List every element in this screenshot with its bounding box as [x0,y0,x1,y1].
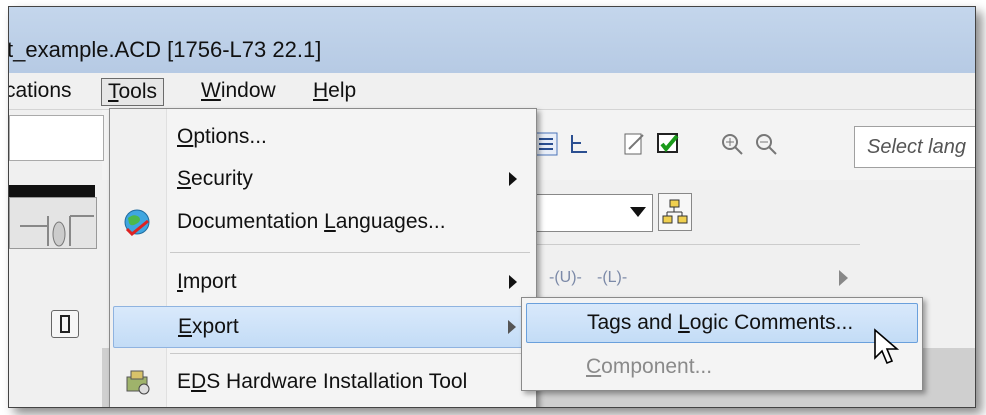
eds-mnemonic: D [191,370,207,393]
hardware-install-icon [126,370,150,395]
latch-instruction[interactable]: -(L)- [597,269,627,287]
screenshot-stage: t_example.ACD [1756-L73 22.1] cations To… [0,0,986,415]
controller-status-bar [9,185,95,197]
menu-icon-column [110,109,167,407]
tags-logic-label: Tags and Logic Comments... [587,304,853,342]
submenu-arrow-icon [509,275,517,289]
verify-icon[interactable] [655,131,681,157]
eds-label-pre: E [177,370,192,393]
security-label-rest: ecurity [191,167,253,190]
menu-item-security[interactable]: Security [167,159,533,199]
menu-item-import[interactable]: Import [167,262,533,302]
menu-item-eds-hardware-installation-tool[interactable]: EDS Hardware Installation Tool [167,362,533,402]
tree-view-icon[interactable] [567,131,593,157]
tags-logic-label-pre: Tags and [587,311,679,334]
menu-item-export-label: Export [178,307,239,347]
menu-help-label-rest: elp [328,79,357,102]
tags-logic-label-rest: ogic Comments... [689,311,854,334]
menu-help-mnemonic: H [313,79,329,102]
zoom-out-icon[interactable] [753,131,779,157]
menu-tools[interactable]: Tools [101,78,165,106]
doclang-mnemonic: L [324,210,336,233]
unlatch-instruction[interactable]: -(U)- [549,269,582,287]
menu-communications-label: cations [8,79,72,102]
chevron-right-icon[interactable] [839,270,848,286]
menu-item-component: Component... [526,348,916,386]
menu-bar: cations Tools Window Help [9,73,975,110]
import-label-rest: mport [182,270,237,293]
doclang-label-pre: Documentation [177,210,325,233]
language-select[interactable]: Select lang [854,126,975,168]
tags-logic-mnemonic: L [678,311,690,334]
menu-item-eds-label: EDS Hardware Installation Tool [177,362,467,402]
edit-page-icon[interactable] [621,131,647,157]
submenu-arrow-icon [508,320,516,334]
menu-tools-label-rest: ools [118,80,158,103]
mouse-pointer-icon [874,328,900,365]
menu-tools-mnemonic: T [108,80,119,103]
menu-item-documentation-languages[interactable]: Documentation Languages... [167,202,533,242]
menu-separator [170,353,530,354]
globe-icon [124,209,150,237]
menu-help[interactable]: Help [307,78,362,104]
network-icon [662,199,688,224]
path-field[interactable] [9,115,104,161]
chevron-down-icon [630,207,646,217]
menu-item-security-label: Security [177,159,253,199]
routine-combo[interactable] [529,194,653,232]
menu-item-options[interactable]: Options... [167,117,533,157]
menu-item-documentation-languages-label: Documentation Languages... [177,202,446,242]
menu-item-export[interactable]: Export [113,306,533,348]
menu-window-mnemonic: W [201,79,221,102]
keyswitch-button[interactable] [51,310,79,338]
options-mnemonic: O [177,125,194,148]
component-label: Component... [586,348,712,386]
menu-separator [170,252,530,253]
export-submenu: Tags and Logic Comments... Component... [521,297,923,391]
zoom-in-icon[interactable] [719,131,745,157]
export-mnemonic: E [178,315,193,338]
title-bar: t_example.ACD [1756-L73 22.1] [9,7,975,73]
window-title: t_example.ACD [1756-L73 22.1] [8,37,322,62]
security-mnemonic: S [177,167,192,190]
eds-label-rest: S Hardware Installation Tool [206,370,468,393]
tools-menu: Options... Security Documentation Langua… [109,108,537,407]
export-label-rest: xport [192,315,239,338]
menu-communications[interactable]: cations [8,78,78,104]
component-mnemonic: C [586,355,602,378]
key-switch-indicator [9,197,97,249]
doclang-label-rest: anguages... [335,210,446,233]
key-switch-icon [20,215,94,247]
submenu-arrow-icon [509,172,517,186]
application-window: t_example.ACD [1756-L73 22.1] cations To… [8,6,976,408]
menu-window[interactable]: Window [195,78,282,104]
options-label-rest: ptions... [193,125,267,148]
network-button[interactable] [658,193,692,231]
menu-item-import-label: Import [177,262,237,302]
menu-item-tags-and-logic-comments[interactable]: Tags and Logic Comments... [526,303,918,343]
menu-window-label-rest: indow [220,79,276,102]
component-label-rest: omponent... [601,355,713,378]
menu-item-options-label: Options... [177,117,267,157]
keyswitch-icon [60,315,70,333]
